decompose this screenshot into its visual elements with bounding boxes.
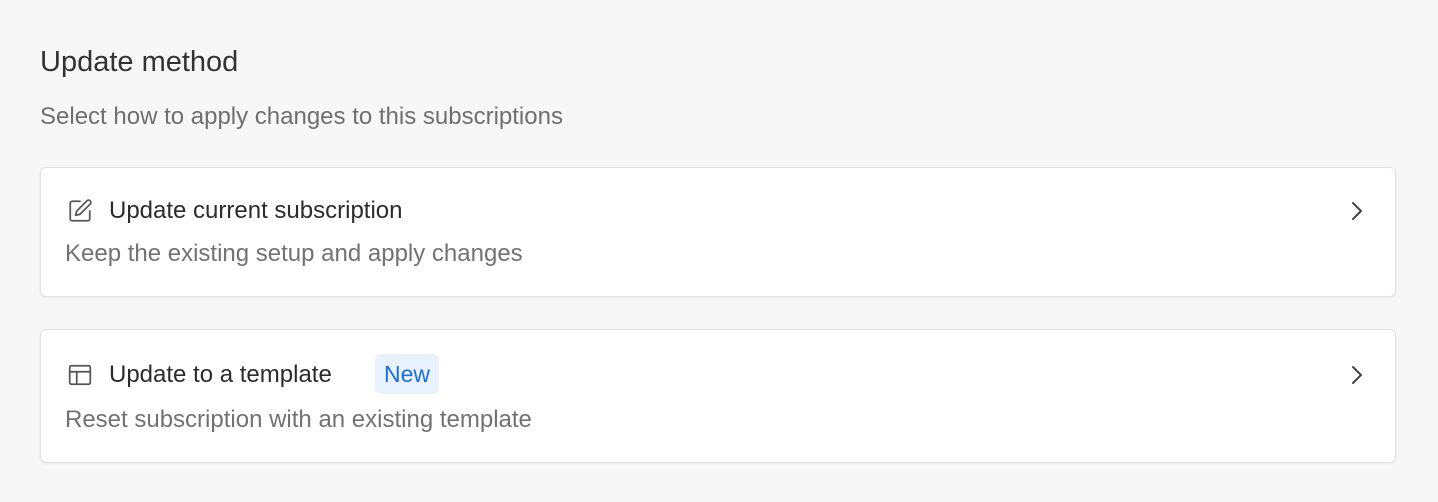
chevron-right-icon <box>1349 364 1365 386</box>
option-title: Update current subscription <box>109 197 403 224</box>
section-subtitle: Select how to apply changes to this subs… <box>40 103 563 130</box>
edit-icon <box>67 198 93 224</box>
chevron-right-icon <box>1349 200 1365 222</box>
update-to-template-option[interactable]: Update to a template New Reset subscript… <box>40 329 1396 463</box>
new-badge: New <box>375 354 440 394</box>
option-description: Keep the existing setup and apply change… <box>65 240 523 267</box>
option-title: Update to a template <box>109 361 332 388</box>
update-current-subscription-option[interactable]: Update current subscription Keep the exi… <box>40 167 1396 297</box>
layout-template-icon <box>67 362 93 388</box>
option-description: Reset subscription with an existing temp… <box>65 406 532 433</box>
section-title: Update method <box>40 46 239 78</box>
